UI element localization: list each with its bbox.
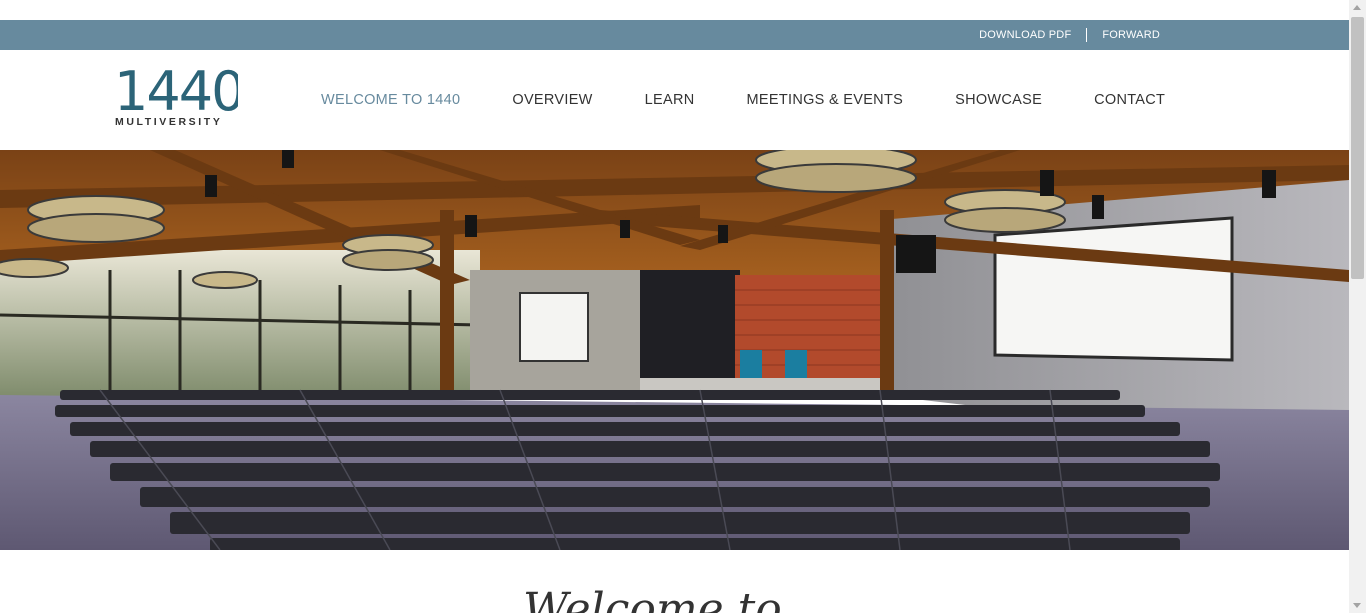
nav-item-learn[interactable]: LEARN [645,92,695,108]
nav-item-overview[interactable]: OVERVIEW [512,92,592,108]
nav-item-welcome[interactable]: WELCOME TO 1440 [321,92,460,108]
nav-item-meetings-events[interactable]: MEETINGS & EVENTS [747,92,904,108]
topbar-links: DOWNLOAD PDF FORWARD [979,20,1160,50]
vertical-scrollbar[interactable] [1349,0,1366,613]
page: DOWNLOAD PDF FORWARD 1440 MULTIVERSITY W… [0,0,1349,613]
logo-number: 1440 [114,64,238,123]
hero-image [0,150,1349,550]
logo-subtitle: MULTIVERSITY [115,116,222,126]
page-heading: Welcome to [523,584,782,613]
scroll-up-icon[interactable] [1353,5,1361,10]
download-pdf-link[interactable]: DOWNLOAD PDF [979,29,1071,41]
hero-illustration [0,150,1349,550]
scroll-down-icon[interactable] [1353,603,1361,608]
nav-item-contact[interactable]: CONTACT [1094,92,1165,108]
forward-link[interactable]: FORWARD [1102,29,1160,41]
top-utility-bar: DOWNLOAD PDF FORWARD [0,20,1349,50]
site-header: 1440 MULTIVERSITY WELCOME TO 1440 OVERVI… [0,50,1349,150]
topbar-divider [1086,28,1088,42]
scrollbar-thumb[interactable] [1351,17,1364,279]
main-nav: WELCOME TO 1440 OVERVIEW LEARN MEETINGS … [321,50,1165,150]
logo[interactable]: 1440 MULTIVERSITY [114,64,238,126]
nav-item-showcase[interactable]: SHOWCASE [955,92,1042,108]
